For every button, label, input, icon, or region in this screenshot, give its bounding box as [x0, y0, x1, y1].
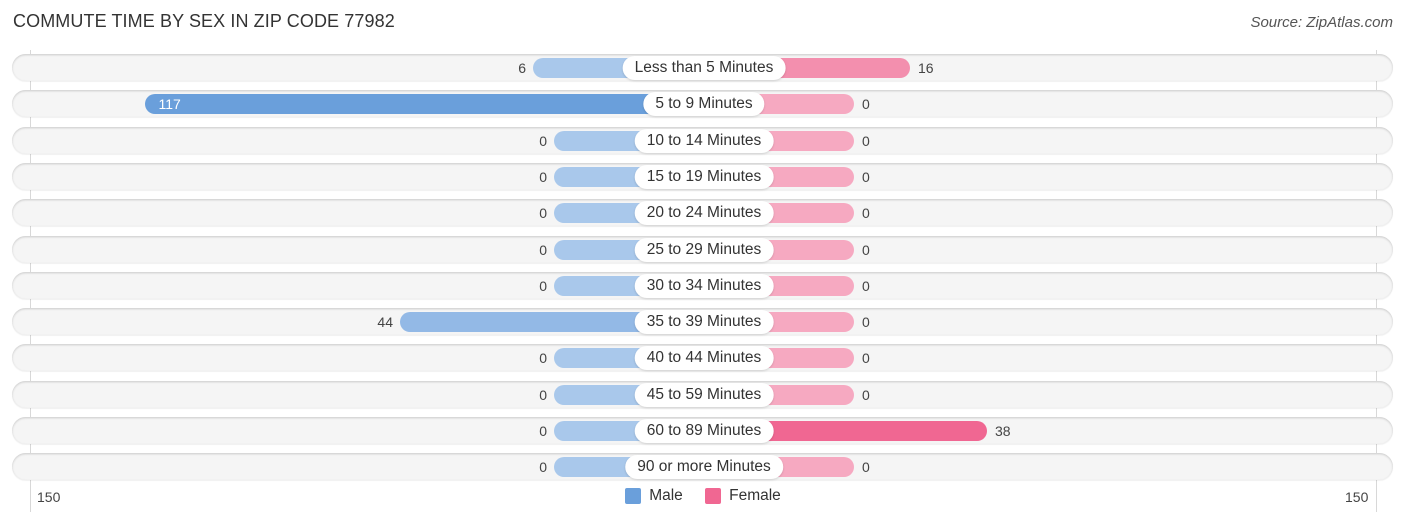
value-label-female: 0 [862, 277, 870, 294]
category-label: 30 to 34 Minutes [634, 273, 774, 298]
value-label-male: 0 [539, 168, 547, 185]
value-label-female: 0 [862, 205, 870, 222]
legend-item-male[interactable]: Male [625, 487, 683, 505]
value-label-female: 0 [862, 314, 870, 331]
value-label-female: 16 [918, 60, 934, 76]
value-label-female: 0 [862, 386, 870, 403]
category-label: 40 to 44 Minutes [634, 346, 774, 371]
category-label: Less than 5 Minutes [622, 56, 786, 80]
value-label-female: 0 [862, 132, 870, 149]
category-label: 15 to 19 Minutes [634, 164, 774, 189]
legend: Male Female [0, 487, 1406, 509]
value-label-female: 0 [862, 168, 870, 185]
category-label: 90 or more Minutes [625, 455, 783, 480]
value-label-female: 0 [862, 241, 870, 258]
value-label-male: 117 [158, 96, 181, 113]
value-label-male: 0 [539, 423, 547, 439]
category-label: 45 to 59 Minutes [634, 382, 774, 407]
category-label: 60 to 89 Minutes [634, 419, 774, 443]
value-label-male: 44 [377, 314, 393, 331]
value-label-male: 6 [518, 60, 526, 76]
value-label-female: 38 [995, 423, 1011, 439]
category-label: 25 to 29 Minutes [634, 237, 774, 262]
legend-swatch-male [625, 488, 642, 504]
value-label-female: 0 [862, 350, 870, 367]
category-label: 10 to 14 Minutes [634, 128, 774, 153]
category-label: 20 to 24 Minutes [634, 201, 774, 226]
legend-label-male: Male [649, 487, 683, 504]
bar-male[interactable] [144, 94, 704, 115]
category-label: 5 to 9 Minutes [643, 92, 765, 117]
value-label-male: 0 [539, 386, 547, 403]
value-label-female: 0 [862, 459, 870, 476]
source-label: Source: ZipAtlas.com [1250, 14, 1393, 31]
legend-swatch-female [705, 488, 722, 504]
legend-item-female[interactable]: Female [705, 487, 781, 505]
value-label-male: 0 [539, 132, 547, 149]
value-label-male: 0 [539, 205, 547, 222]
value-label-female: 0 [862, 96, 870, 113]
value-label-male: 0 [539, 277, 547, 294]
value-label-male: 0 [539, 241, 547, 258]
value-label-male: 0 [539, 350, 547, 367]
category-label: 35 to 39 Minutes [634, 310, 774, 335]
value-label-male: 0 [539, 459, 547, 476]
chart-title: COMMUTE TIME BY SEX IN ZIP CODE 77982 [13, 11, 395, 31]
legend-label-female: Female [729, 487, 781, 504]
